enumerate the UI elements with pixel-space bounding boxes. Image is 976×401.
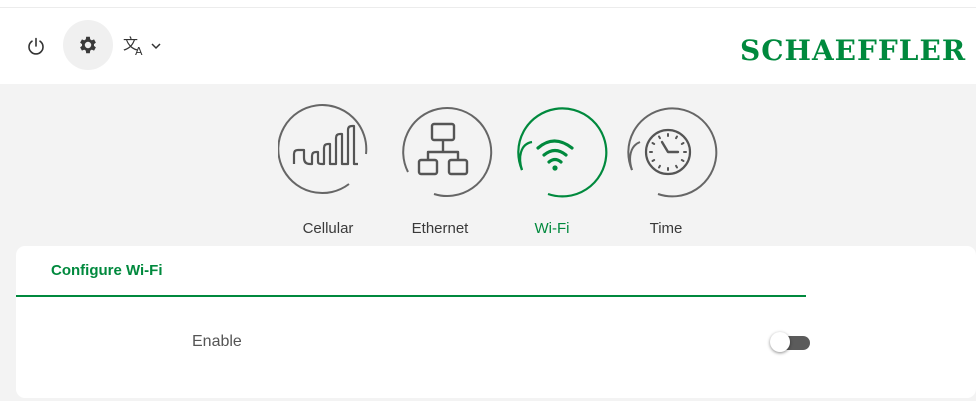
ethernet-network-icon: [402, 107, 493, 197]
power-icon: [28, 37, 44, 55]
nav-item-wifi[interactable]: Wi-Fi: [506, 102, 610, 237]
header: 文 A SCHAEFFLER: [0, 8, 976, 84]
brand-logo: SCHAEFFLER: [740, 34, 967, 67]
toggle-thumb: [770, 332, 790, 352]
card-divider: [16, 295, 806, 297]
card-title: Configure Wi-Fi: [51, 262, 163, 279]
nav-label-time: Time: [649, 220, 683, 237]
settings-button[interactable]: [63, 20, 113, 70]
wifi-icon: [517, 107, 608, 198]
nav-label-cellular: Cellular: [302, 220, 354, 237]
enable-label: Enable: [192, 333, 242, 350]
power-button[interactable]: [22, 32, 50, 60]
clock-icon: [627, 107, 718, 198]
nav-label-ethernet: Ethernet: [411, 220, 469, 237]
wifi-config-card: Configure Wi-Fi Enable: [16, 246, 976, 398]
svg-text:A: A: [135, 45, 143, 57]
nav-item-ethernet[interactable]: Ethernet: [392, 102, 496, 237]
enable-toggle[interactable]: [768, 331, 812, 353]
gear-icon: [80, 36, 96, 54]
translate-icon: 文 A: [123, 35, 143, 57]
nav-item-cellular[interactable]: Cellular: [276, 102, 380, 237]
nav-label-wifi: Wi-Fi: [534, 220, 570, 237]
chevron-down-icon: [151, 43, 161, 50]
cellular-signal-icon: [278, 104, 368, 195]
nav-item-time[interactable]: Time: [616, 102, 720, 237]
language-button[interactable]: 文 A: [122, 32, 174, 60]
